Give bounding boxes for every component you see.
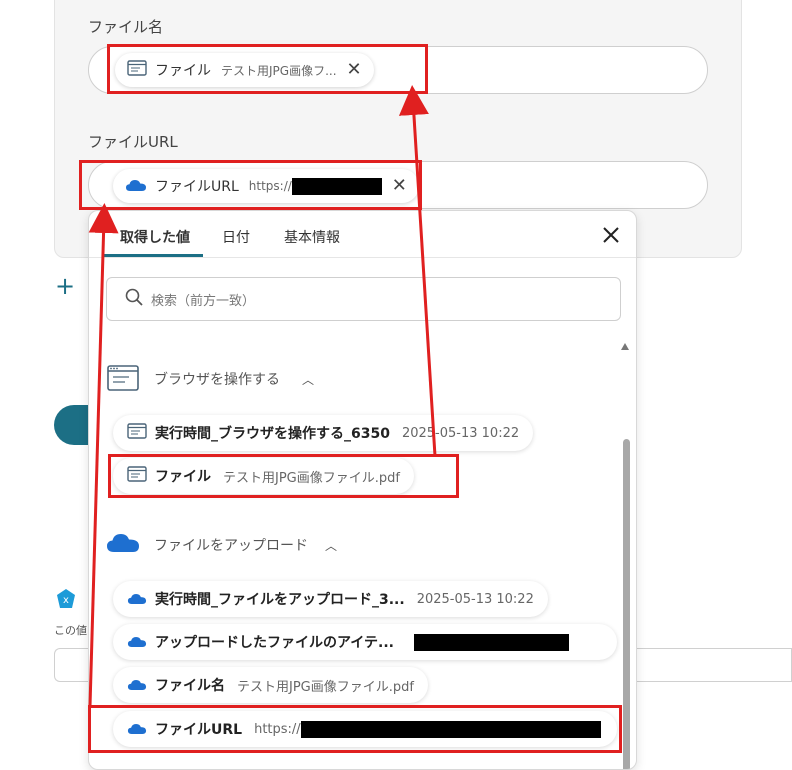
annotation-arrows [88,85,437,707]
